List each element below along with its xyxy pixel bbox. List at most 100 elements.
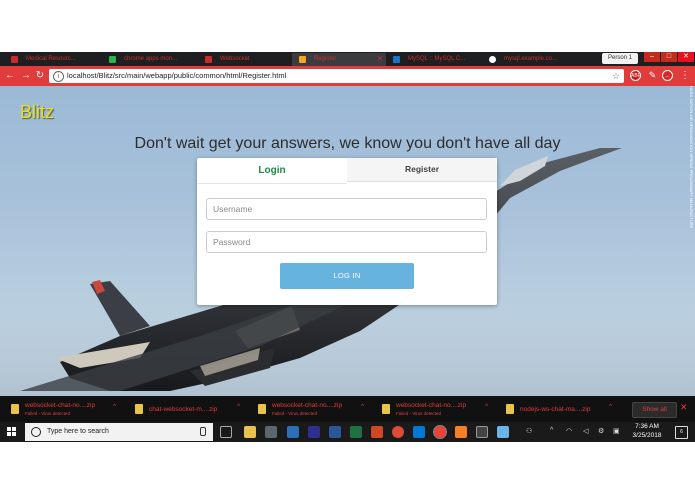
bookmark-star-icon[interactable]: ☆ <box>612 69 620 83</box>
windows-taskbar: Type here to search ⚇ ^ ◠ ◁ ⚙ ▣ 7:36 AM … <box>0 422 695 442</box>
microphone-icon[interactable] <box>200 427 206 436</box>
volume-icon[interactable]: ◁ <box>583 427 588 435</box>
browser-tab[interactable]: MySQL :: MySQL C... <box>386 53 482 66</box>
download-item[interactable]: websocket-chat-no....zip Failed - Virus … <box>258 396 364 422</box>
tab-label: Register <box>314 56 337 62</box>
chevron-up-icon[interactable]: ^ <box>550 427 553 434</box>
chevron-up-icon[interactable]: ^ <box>237 404 240 410</box>
download-status: Failed - Virus detected <box>25 411 70 416</box>
page-viewport: Blitz Don't wait get your answers, we kn… <box>0 86 695 396</box>
adblock-extension-icon[interactable]: ABP <box>630 70 641 81</box>
taskbar-clock[interactable]: 7:36 AM 3/25/2018 <box>626 423 668 440</box>
download-shelf: websocket-chat-no....zip Failed - Virus … <box>0 396 695 422</box>
keyboard-icon[interactable]: ▣ <box>613 427 620 435</box>
close-shelf-icon[interactable]: ✕ <box>680 402 688 413</box>
download-item[interactable]: websocket-chat-no....zip Failed - Virus … <box>382 396 488 422</box>
tab-login[interactable]: Login <box>197 158 347 184</box>
download-status: Failed - Virus detected <box>396 411 441 416</box>
mail-icon[interactable] <box>287 426 299 438</box>
address-bar[interactable]: i localhost/Blitz/src/main/webapp/public… <box>49 69 624 83</box>
word-icon[interactable] <box>329 426 341 438</box>
powershell-icon[interactable] <box>308 426 320 438</box>
browser-tab-active[interactable]: Register ✕ <box>292 53 386 66</box>
tab-favicon-icon <box>11 56 18 63</box>
tab-label: Websocket <box>220 56 250 62</box>
maximize-button[interactable]: □ <box>661 52 677 62</box>
download-name: websocket-chat-no....zip <box>272 402 343 409</box>
chevron-up-icon[interactable]: ^ <box>113 404 116 410</box>
browser-tab[interactable]: Websocket <box>198 53 292 66</box>
tab-label: mysql.example.co... <box>504 56 558 62</box>
powerpoint-icon[interactable] <box>371 426 383 438</box>
zip-file-icon <box>258 404 266 414</box>
back-icon[interactable]: ← <box>4 70 16 82</box>
download-item[interactable]: websocket-chat-no....zip Failed - Virus … <box>11 396 116 422</box>
login-card: Login Register LOG IN <box>197 158 497 305</box>
page-tagline: Don't wait get your answers, we know you… <box>134 135 561 152</box>
extension-icon[interactable]: ... <box>662 70 673 81</box>
menu-icon[interactable]: ⋮ <box>679 70 691 82</box>
browser-toolbar: ← → ↻ i localhost/Blitz/src/main/webapp/… <box>0 66 695 86</box>
download-name: nodejs-ws-chat-ma....zip <box>520 406 591 413</box>
profile-button[interactable]: Person 1 <box>601 53 638 64</box>
chevron-up-icon[interactable]: ^ <box>609 404 612 410</box>
login-button[interactable]: LOG IN <box>280 263 414 289</box>
side-caption: HARD NATION AIR ORGANIZATION SPRING PREL… <box>688 86 694 229</box>
intellij-icon[interactable] <box>413 426 425 438</box>
tab-favicon-icon <box>205 56 212 63</box>
password-input[interactable] <box>206 231 487 253</box>
tab-label: MySQL :: MySQL C... <box>408 56 466 62</box>
windows-start-icon[interactable] <box>7 427 17 437</box>
zip-file-icon <box>382 404 390 414</box>
zip-file-icon <box>135 404 143 414</box>
pen-extension-icon[interactable]: ✎ <box>647 70 658 81</box>
close-window-button[interactable]: ✕ <box>678 52 694 62</box>
clock-time: 7:36 AM <box>635 423 659 430</box>
chrome-icon[interactable] <box>392 426 404 438</box>
download-name: websocket-chat-no....zip <box>25 402 96 409</box>
browser-tabstrip: Medical Resourc... chrome apps mon... We… <box>0 52 695 66</box>
tab-label: Medical Resourc... <box>26 56 76 62</box>
search-placeholder: Type here to search <box>47 428 109 435</box>
username-input[interactable] <box>206 198 487 220</box>
settings-icon[interactable]: ⚙ <box>598 427 604 435</box>
zip-file-icon <box>11 404 19 414</box>
clock-date: 3/25/2018 <box>632 431 662 439</box>
url-text[interactable]: localhost/Blitz/src/main/webapp/public/c… <box>67 69 286 83</box>
excel-icon[interactable] <box>350 426 362 438</box>
brand-logo[interactable]: Blitz <box>20 102 54 123</box>
terminal-icon[interactable] <box>476 426 488 438</box>
show-all-downloads-button[interactable]: Show all <box>632 402 677 418</box>
minimize-button[interactable]: – <box>644 52 660 62</box>
action-center-icon[interactable]: 6 <box>675 426 688 439</box>
chevron-up-icon[interactable]: ^ <box>485 404 488 410</box>
reload-icon[interactable]: ↻ <box>34 70 46 82</box>
download-item[interactable]: chat-websocket-m....zip ^ <box>135 396 240 422</box>
tab-register[interactable]: Register <box>347 158 497 182</box>
file-explorer-icon[interactable] <box>244 426 256 438</box>
xampp-icon[interactable] <box>455 426 467 438</box>
tab-close-icon[interactable]: ✕ <box>377 53 383 66</box>
browser-tab[interactable]: Medical Resourc... <box>4 53 102 66</box>
chevron-up-icon[interactable]: ^ <box>361 404 364 410</box>
forward-icon[interactable]: → <box>20 70 32 82</box>
tab-favicon-icon <box>109 56 116 63</box>
download-name: websocket-chat-no....zip <box>396 402 467 409</box>
tab-label: chrome apps mon... <box>124 56 178 62</box>
download-status: Failed - Virus detected <box>272 411 317 416</box>
download-name: chat-websocket-m....zip <box>149 406 218 413</box>
info-icon[interactable]: i <box>53 71 64 82</box>
taskbar-app-icon[interactable] <box>497 426 509 438</box>
browser-tab[interactable]: chrome apps mon... <box>102 53 198 66</box>
network-icon[interactable]: ◠ <box>566 427 572 435</box>
taskbar-search-box[interactable]: Type here to search <box>25 423 213 441</box>
tab-favicon-icon <box>299 56 306 63</box>
zip-file-icon <box>506 404 514 414</box>
browser-tab[interactable]: mysql.example.co... <box>482 53 566 66</box>
taskbar-app-icon[interactable] <box>265 426 277 438</box>
task-view-icon[interactable] <box>220 426 232 438</box>
download-item[interactable]: nodejs-ws-chat-ma....zip ^ <box>506 396 612 422</box>
people-icon[interactable]: ⚇ <box>526 427 532 435</box>
chrome-active-icon[interactable] <box>433 425 447 439</box>
tab-favicon-icon <box>393 56 400 63</box>
